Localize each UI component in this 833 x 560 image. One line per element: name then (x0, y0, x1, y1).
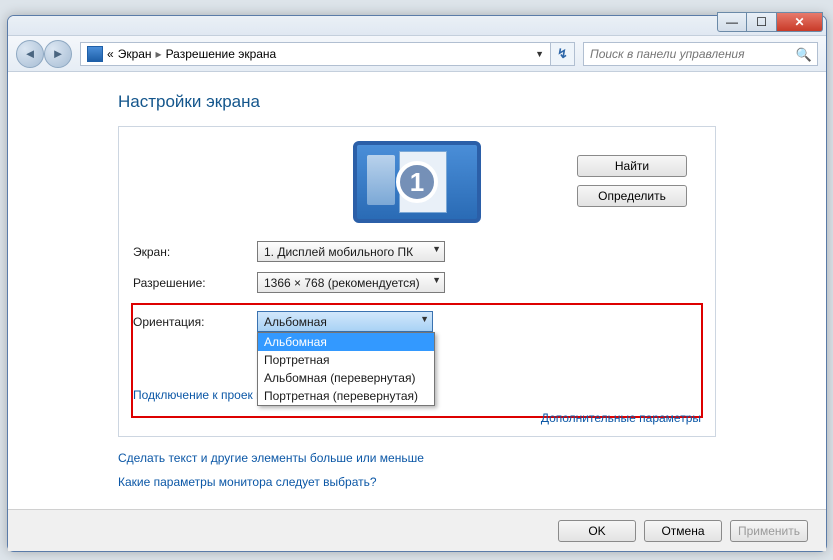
identify-button[interactable]: Определить (577, 185, 687, 207)
cancel-button[interactable]: Отмена (644, 520, 722, 542)
window-controls: — ☐ ✕ (717, 12, 823, 32)
maximize-button[interactable]: ☐ (747, 12, 777, 32)
chevron-down-icon: ▼ (420, 314, 429, 324)
search-icon[interactable]: 🔍 (796, 47, 812, 63)
text-size-link[interactable]: Сделать текст и другие элементы больше и… (118, 451, 716, 465)
breadcrumb[interactable]: « Экран ▸ Разрешение экрана ▼ (80, 42, 551, 66)
toolbar: ◄ ► « Экран ▸ Разрешение экрана ▼ ↯ 🔍 (8, 36, 826, 72)
orientation-highlighted-section: Ориентация: Альбомная ▼ АльбомнаяПортрет… (131, 303, 703, 418)
chevron-down-icon: ▼ (432, 275, 441, 285)
orientation-value: Альбомная (264, 315, 327, 329)
advanced-parameters-link[interactable]: Дополнительные параметры (541, 411, 701, 425)
chevron-right-icon: ▸ (156, 47, 162, 61)
content-area: Настройки экрана 1 Найти Определить Экра… (8, 72, 826, 489)
orientation-select[interactable]: Альбомная ▼ АльбомнаяПортретнаяАльбомная… (257, 311, 433, 332)
find-button[interactable]: Найти (577, 155, 687, 177)
breadcrumb-item[interactable]: Разрешение экрана (166, 47, 277, 61)
preview-side-buttons: Найти Определить (577, 155, 687, 207)
ok-button[interactable]: OK (558, 520, 636, 542)
search-box[interactable]: 🔍 (583, 42, 818, 66)
nav-back-button[interactable]: ◄ (16, 40, 44, 68)
resolution-row: Разрешение: 1366 × 768 (рекомендуется) ▼ (133, 272, 701, 293)
screen-row: Экран: 1. Дисплей мобильного ПК ▼ (133, 241, 701, 262)
orientation-option[interactable]: Портретная (258, 351, 434, 369)
close-button[interactable]: ✕ (777, 12, 823, 32)
breadcrumb-item[interactable]: Экран (118, 47, 152, 61)
display-settings-window: — ☐ ✕ ◄ ► « Экран ▸ Разрешение экрана ▼ … (7, 15, 827, 552)
minimize-button[interactable]: — (717, 12, 747, 32)
chevron-down-icon: ▼ (432, 244, 441, 254)
resolution-value: 1366 × 768 (рекомендуется) (264, 276, 420, 290)
screen-value: 1. Дисплей мобильного ПК (264, 245, 413, 259)
orientation-option[interactable]: Альбомная (перевернутая) (258, 369, 434, 387)
breadcrumb-dropdown-icon[interactable]: ▼ (535, 49, 544, 59)
screen-label: Экран: (133, 245, 257, 259)
control-panel-icon (87, 46, 103, 62)
search-input[interactable] (584, 43, 795, 65)
orientation-label: Ориентация: (133, 315, 257, 329)
titlebar[interactable]: — ☐ ✕ (8, 16, 826, 36)
orientation-option[interactable]: Портретная (перевернутая) (258, 387, 434, 405)
breadcrumb-prefix: « (107, 47, 114, 61)
resolution-select[interactable]: 1366 × 768 (рекомендуется) ▼ (257, 272, 445, 293)
monitor-help-link[interactable]: Какие параметры монитора следует выбрать… (118, 475, 716, 489)
page-title: Настройки экрана (118, 92, 716, 112)
nav-forward-button[interactable]: ► (44, 40, 72, 68)
settings-panel: 1 Найти Определить Экран: 1. Дисплей моб… (118, 126, 716, 437)
projector-link[interactable]: Подключение к проек (133, 388, 253, 402)
monitor-preview[interactable]: 1 (353, 141, 481, 223)
refresh-button[interactable]: ↯ (551, 42, 575, 66)
orientation-dropdown: АльбомнаяПортретнаяАльбомная (перевернут… (257, 332, 435, 406)
monitor-preview-row: 1 Найти Определить (133, 141, 701, 223)
apply-button[interactable]: Применить (730, 520, 808, 542)
resolution-label: Разрешение: (133, 276, 257, 290)
help-links: Сделать текст и другие элементы больше и… (118, 451, 716, 489)
screen-select[interactable]: 1. Дисплей мобильного ПК ▼ (257, 241, 445, 262)
monitor-number-badge: 1 (396, 161, 438, 203)
orientation-option[interactable]: Альбомная (258, 333, 434, 351)
dialog-button-bar: OK Отмена Применить (8, 509, 826, 551)
